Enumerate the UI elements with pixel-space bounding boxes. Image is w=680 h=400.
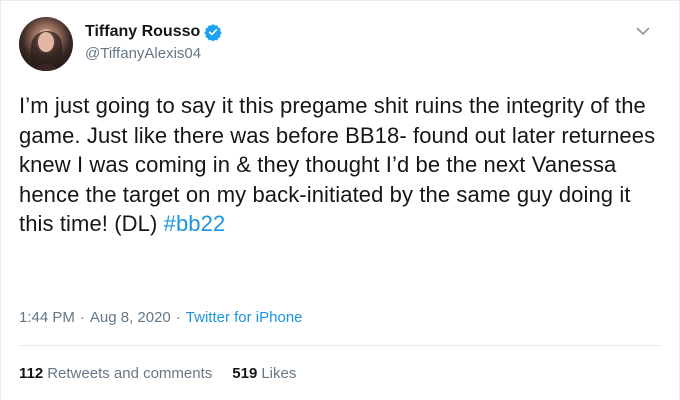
display-name[interactable]: Tiffany Rousso xyxy=(85,23,200,41)
tweet-card: Tiffany Rousso @TiffanyAlexis04 I’m just… xyxy=(0,0,680,400)
tweet-body: I’m just going to say it this pregame sh… xyxy=(19,93,656,236)
chevron-down-icon[interactable] xyxy=(633,21,653,41)
meta-separator: · xyxy=(79,309,85,326)
likes-stat[interactable]: 519 Likes xyxy=(232,365,296,382)
author-name-row: Tiffany Rousso xyxy=(85,23,222,41)
retweets-count: 112 xyxy=(19,365,44,382)
tweet-stats: 112 Retweets and comments 519 Likes xyxy=(19,365,316,382)
likes-count: 519 xyxy=(232,365,258,382)
hashtag-link[interactable]: #bb22 xyxy=(164,211,226,236)
tweet-date[interactable]: Aug 8, 2020 xyxy=(90,309,171,326)
author-handle[interactable]: @TiffanyAlexis04 xyxy=(85,45,201,62)
tweet-time[interactable]: 1:44 PM xyxy=(19,309,75,326)
retweets-stat[interactable]: 112 Retweets and comments xyxy=(19,365,212,382)
tweet-text: I’m just going to say it this pregame sh… xyxy=(19,91,659,239)
divider xyxy=(19,345,661,346)
tweet-meta: 1:44 PM · Aug 8, 2020 · Twitter for iPho… xyxy=(19,309,303,326)
verified-badge-icon xyxy=(204,23,222,41)
retweets-label: Retweets and comments xyxy=(47,365,213,382)
meta-separator: · xyxy=(175,309,181,326)
tweet-source-link[interactable]: Twitter for iPhone xyxy=(186,309,303,326)
avatar[interactable] xyxy=(19,17,73,71)
likes-label: Likes xyxy=(261,365,297,382)
